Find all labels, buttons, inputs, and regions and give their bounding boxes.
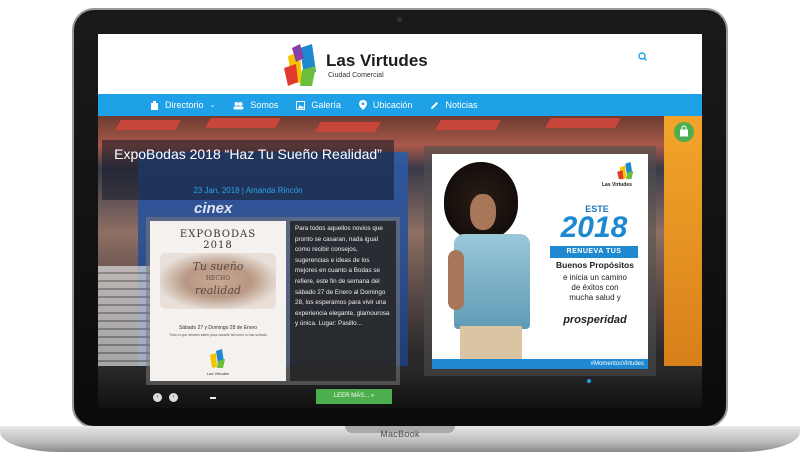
logo-mark-icon <box>284 44 316 86</box>
laptop-mockup: Las Virtudes Ciudad Comercial Directorio… <box>0 0 800 469</box>
users-icon <box>233 101 244 109</box>
laptop-screen: Las Virtudes Ciudad Comercial Directorio… <box>98 34 702 408</box>
expobodas-flyer[interactable]: EXPOBODAS 2018 Tu sueño HECHO realidad S… <box>150 221 286 381</box>
camera <box>397 17 402 22</box>
logo-title: Las Virtudes <box>326 51 428 70</box>
nav-item-noticias[interactable]: Noticias <box>430 100 477 110</box>
nav-label-noticias: Noticias <box>445 100 478 110</box>
background-cinex-sign: cinex <box>194 200 233 217</box>
flyer-script-line1: Tu sueño <box>192 260 244 273</box>
pencil-icon <box>431 101 439 109</box>
nav-label-directorio: Directorio <box>165 100 204 110</box>
promo-logo-text: Las Virtudes <box>602 182 632 188</box>
flyer-logo-icon <box>210 349 225 368</box>
flyer-title-line2: 2018 <box>203 240 233 251</box>
nav-item-somos[interactable]: Somos <box>233 100 278 110</box>
flyer-note: Todo lo que desees saber para casarte ta… <box>169 333 267 337</box>
promo-model-arm <box>448 250 464 310</box>
slide-card: EXPOBODAS 2018 Tu sueño HECHO realidad S… <box>146 217 400 385</box>
image-icon <box>296 100 306 110</box>
promo-buenos: Buenos Propósitos <box>556 260 634 270</box>
double-chevron-right-icon: » <box>370 393 375 399</box>
promo-model-blouse <box>454 234 530 329</box>
nav-label-somos: Somos <box>250 100 279 110</box>
nav-item-directorio[interactable]: Directorio ⌄ <box>150 100 215 110</box>
flyer-title: EXPOBODAS 2018 <box>150 229 286 251</box>
promo-line-3: mucha salud y <box>569 293 621 302</box>
promo-year: 2018 <box>560 211 628 244</box>
building-icon <box>151 100 158 110</box>
ceiling-beam <box>545 118 621 128</box>
logo-subtitle: Ciudad Comercial <box>328 72 384 79</box>
slider-prev-button[interactable]: ‹ <box>153 393 162 402</box>
flyer-script-line3: realidad <box>194 284 241 297</box>
shopping-bag-icon <box>680 125 688 137</box>
cart-button[interactable] <box>674 122 694 142</box>
ceiling-beam <box>205 118 281 128</box>
map-pin-icon <box>358 100 367 110</box>
promo-hashtag: #MomentosVirtudes <box>432 359 648 369</box>
flyer-title-line1: EXPOBODAS <box>179 229 257 240</box>
device-brand-label: MacBook <box>380 429 420 439</box>
nav-label-ubicacion: Ubicación <box>372 100 413 110</box>
slide-excerpt: Para todos aquellos novios que pronto se… <box>290 221 396 381</box>
read-more-button[interactable]: LEER MÁS... » <box>316 389 392 404</box>
main-nav: Directorio ⌄ Somos Galería Ubicación Not… <box>98 94 702 116</box>
background-pillar <box>664 116 702 408</box>
flyer-logo-text: Las Virtudes <box>206 371 230 376</box>
slide-title-box: ExpoBodas 2018 “Haz Tu Sueño Realidad” 2… <box>102 140 394 200</box>
hero-slider: cinex ExpoBodas 2018 “Haz Tu Sueño Reali… <box>98 116 702 408</box>
promo-banner[interactable]: Las Virtudes ESTE 2018 RENUEVA TUS Bueno… <box>432 154 648 369</box>
search-icon[interactable] <box>636 50 650 64</box>
promo-line-1: e inicia un camino <box>562 273 628 282</box>
slider-indicator[interactable] <box>210 397 216 399</box>
slide-title[interactable]: ExpoBodas 2018 “Haz Tu Sueño Realidad” <box>102 146 394 163</box>
promo-renueva: RENUEVA TUS <box>550 246 638 258</box>
nav-item-galeria[interactable]: Galería <box>296 100 341 110</box>
ceiling-beam <box>435 120 501 130</box>
nav-item-ubicacion[interactable]: Ubicación <box>358 100 413 110</box>
ceiling-beam <box>115 120 181 130</box>
promo-logo-icon <box>617 162 634 180</box>
promo-prosperidad: prosperidad <box>563 314 627 326</box>
site-logo[interactable]: Las Virtudes Ciudad Comercial <box>282 42 432 88</box>
slider-next-button[interactable]: › <box>169 393 178 402</box>
site-header: Las Virtudes Ciudad Comercial <box>98 34 702 94</box>
nav-label-galeria: Galería <box>311 100 341 110</box>
slide-meta[interactable]: 23 Jan, 2018 | Amanda Rincón <box>102 186 394 195</box>
flyer-date: Sábado 27 y Domingo 28 de Enero <box>178 325 258 331</box>
flyer-script: Tu sueño HECHO realidad <box>150 261 286 297</box>
promo-model-face <box>470 194 496 230</box>
read-more-label: LEER MÁS... <box>333 393 370 399</box>
ceiling-beam <box>315 122 381 132</box>
promo-pagination-dot[interactable] <box>587 379 591 383</box>
chevron-left-icon: ‹ <box>156 394 159 400</box>
promo-line-2: de éxitos con <box>571 283 619 292</box>
chevron-down-icon: ⌄ <box>209 102 216 109</box>
chevron-right-icon: › <box>172 394 175 400</box>
